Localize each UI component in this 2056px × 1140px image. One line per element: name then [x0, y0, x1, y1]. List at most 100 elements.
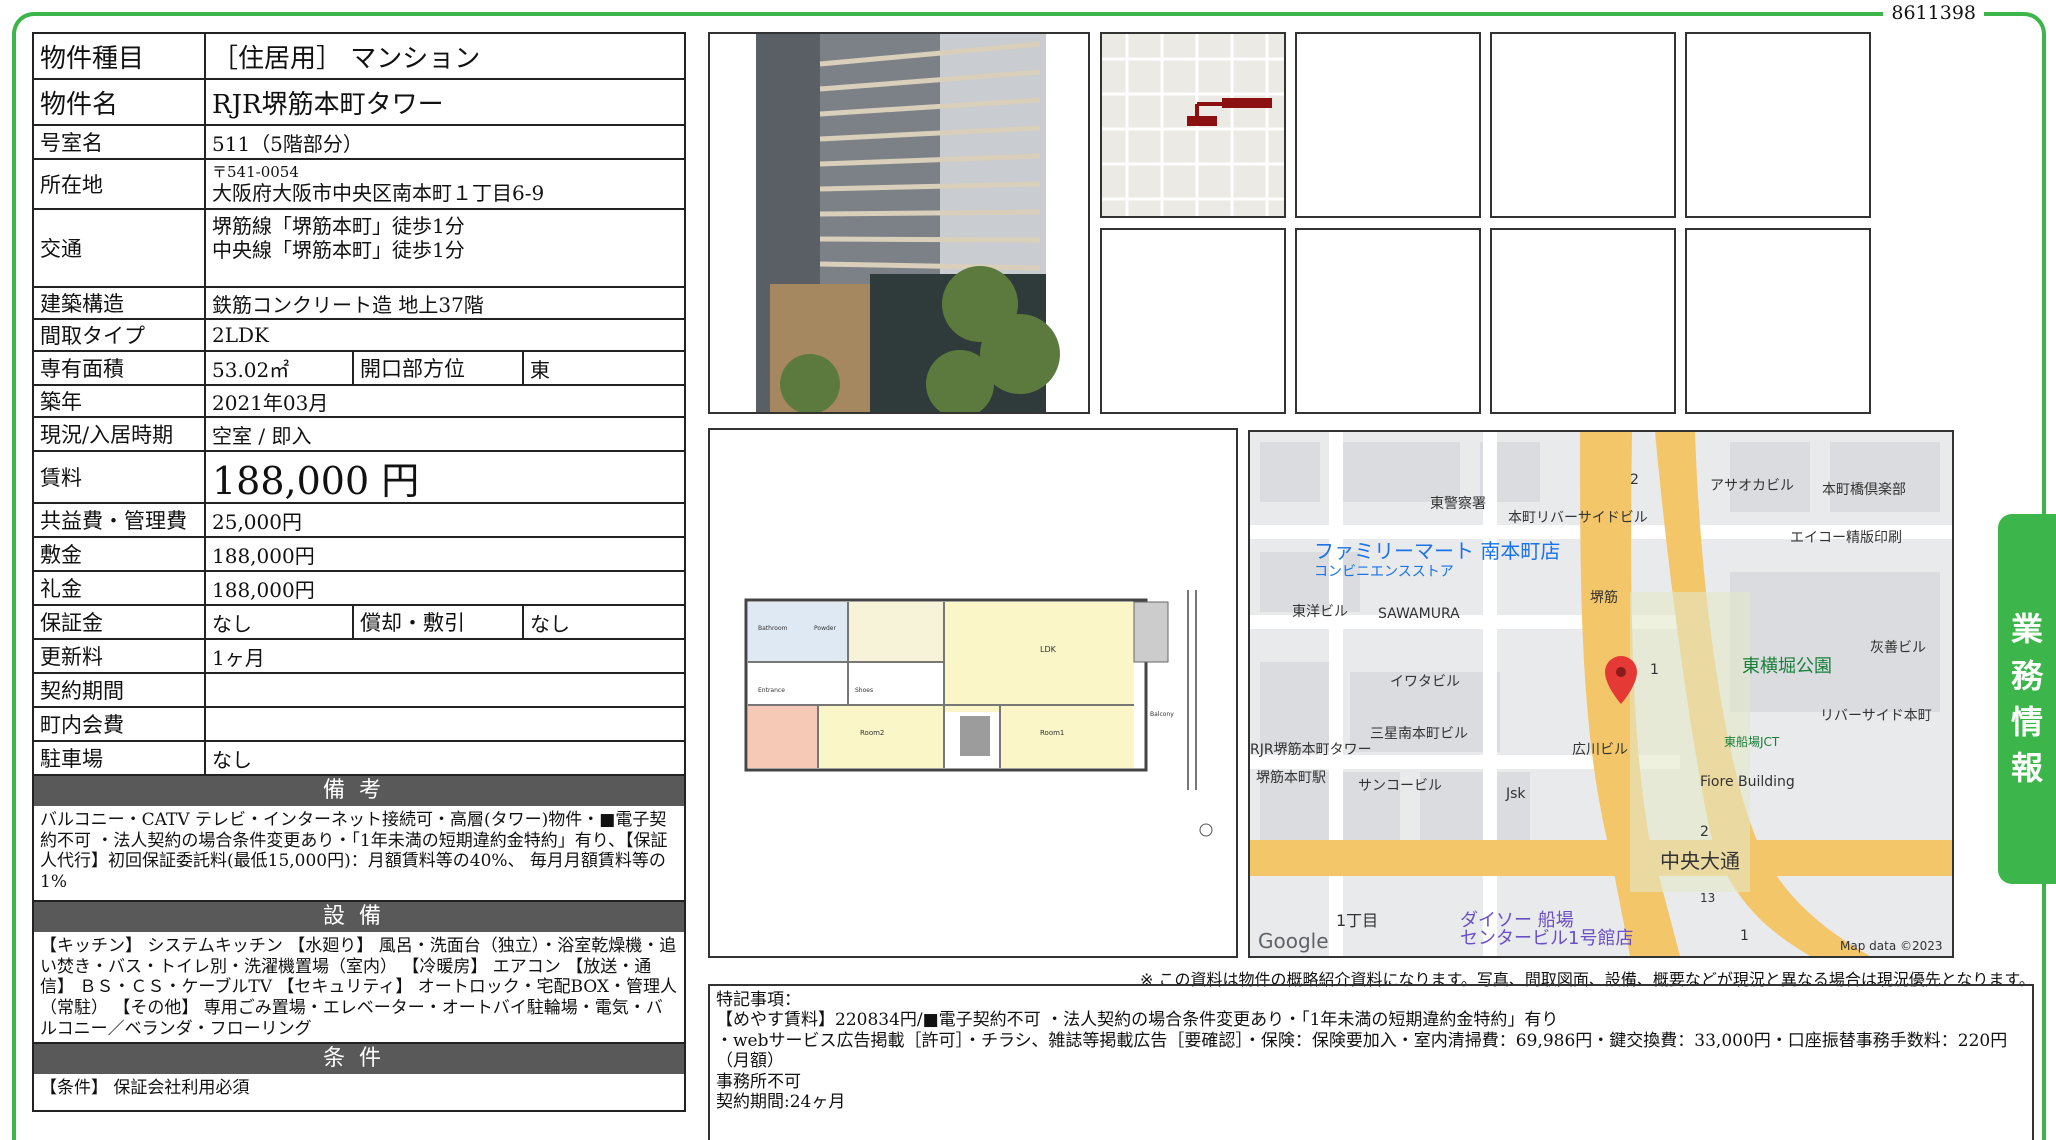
special-line-2: 【めやす賃料】220834円/■電子契約不可 ・法人契約の場合条件変更あり・「1… — [716, 1010, 1559, 1031]
map-label-6: エイコー精版印刷 — [1790, 530, 1902, 546]
fp-label-room1: Room1 — [1040, 729, 1064, 737]
deposit-label: 敷金 — [34, 538, 206, 570]
parking-label: 駐車場 — [34, 742, 206, 774]
fp-label-powder: Powder — [814, 625, 836, 632]
map-label-15: RJR堺筋本町タワー — [1250, 741, 1372, 758]
map-label-18: Jsk — [1505, 786, 1526, 802]
map-label-11: イワタビル — [1390, 674, 1460, 690]
map-label-26: Map data ©2023 — [1840, 939, 1943, 953]
term-label: 契約期間 — [34, 674, 206, 706]
address-label: 所在地 — [34, 160, 206, 208]
guarantee-label: 保証金 — [34, 606, 206, 638]
floorplan-frame: LDK Room2 Room1 Balcony Bathroom Powder … — [708, 428, 1238, 958]
amortization-label: 償却・敷引 — [352, 606, 524, 638]
fee-label: 共益費・管理費 — [34, 504, 206, 536]
row-status: 現況/入居時期 空室 / 即入 — [34, 418, 684, 452]
fp-label-shoes: Shoes — [855, 687, 873, 694]
map-label-0: 東警察署 — [1430, 495, 1486, 512]
access-line-1: 堺筋線「堺筋本町」徒歩1分 — [212, 214, 465, 238]
map-number-0: 2 — [1630, 472, 1639, 488]
access-line-2: 中央線「堺筋本町」徒歩1分 — [212, 238, 465, 262]
room-value: 511（5階部分） — [212, 131, 363, 156]
access-label: 交通 — [34, 210, 206, 286]
map-label-7: 東洋ビル — [1292, 604, 1348, 620]
area-label: 専有面積 — [34, 352, 206, 384]
equipment-section: 設備 【キッチン】 システムキッチン 【水廻り】 風呂・洗面台（独立）・浴室乾燥… — [32, 902, 686, 1044]
layout-label: 間取タイプ — [34, 320, 206, 350]
address-text: 大阪府大阪市中央区南本町１丁目6-9 — [212, 181, 545, 205]
remarks-text: バルコニー・CATV テレビ・インターネット接続可・高層(タワー)物件・■電子契… — [40, 810, 668, 893]
structure-label: 建築構造 — [34, 288, 206, 318]
built-label: 築年 — [34, 386, 206, 416]
row-guarantee: 保証金 なし 償却・敷引 なし — [34, 606, 684, 640]
fp-label-bathroom: Bathroom — [758, 625, 788, 632]
row-parking: 駐車場 なし — [34, 742, 684, 776]
map-label-10: 灰善ビル — [1870, 640, 1926, 656]
remarks-section: 備考 バルコニー・CATV テレビ・インターネット接続可・高層(タワー)物件・■… — [32, 776, 686, 902]
conditions-text: 【条件】 保証会社利用必須 — [40, 1078, 250, 1098]
row-layout: 間取タイプ 2LDK — [34, 320, 684, 352]
map-number-2: 2 — [1700, 824, 1709, 840]
row-address: 所在地 〒541-0054 大阪府大阪市中央区南本町１丁目6-9 — [34, 160, 684, 210]
row-term: 契約期間 — [34, 674, 684, 708]
status-label: 現況/入居時期 — [34, 418, 206, 450]
deposit-value: 188,000円 — [212, 543, 315, 568]
address-value: 〒541-0054 大阪府大阪市中央区南本町１丁目6-9 — [206, 160, 684, 208]
thumbnail-map-image — [1102, 34, 1284, 216]
name-value: RJR堺筋本町タワー — [212, 89, 444, 120]
map-label-12: リバーサイド本町 — [1820, 708, 1932, 724]
map-number-4: 13 — [1700, 891, 1715, 905]
area-value: 53.02㎡ — [212, 357, 290, 382]
business-info-tab[interactable]: 業 務 情 報 — [1998, 514, 2056, 884]
direction-label: 開口部方位 — [352, 352, 524, 384]
map-label-17: サンコービル — [1358, 778, 1442, 794]
photo-slot-2 — [1295, 32, 1481, 218]
term-value — [206, 674, 684, 706]
conditions-section: 条件 【条件】 保証会社利用必須 — [32, 1044, 686, 1112]
building-photo-frame — [708, 32, 1090, 418]
rent-value: 188,000 円 — [212, 458, 420, 503]
renewal-value: 1ヶ月 — [212, 645, 265, 670]
row-key-money: 礼金 188,000円 — [34, 572, 684, 606]
row-access: 交通 堺筋線「堺筋本町」徒歩1分 中央線「堺筋本町」徒歩1分 — [34, 210, 684, 288]
row-association: 町内会費 — [34, 708, 684, 742]
remarks-heading: 備考 — [34, 776, 684, 806]
room-label: 号室名 — [34, 126, 206, 158]
fp-label-ldk: LDK — [1040, 645, 1057, 654]
row-deposit: 敷金 188,000円 — [34, 538, 684, 572]
map-label-13: 三星南本町ビル — [1370, 726, 1468, 742]
row-built: 築年 2021年03月 — [34, 386, 684, 418]
photo-slot-7 — [1490, 228, 1676, 414]
tab-char-1: 業 — [2010, 610, 2043, 649]
conditions-heading: 条件 — [34, 1044, 684, 1074]
document-number: 8611398 — [1883, 2, 1984, 24]
access-value: 堺筋線「堺筋本町」徒歩1分 中央線「堺筋本町」徒歩1分 — [206, 210, 684, 286]
fee-value: 25,000円 — [212, 509, 302, 534]
location-map[interactable]: 東警察署 本町リバーサイドビル アサオカビル 本町橋倶楽部 ファミリーマート 南… — [1248, 430, 1954, 958]
key-money-label: 礼金 — [34, 572, 206, 604]
map-number-1: 1 — [1650, 662, 1659, 678]
map-label-1: 本町リバーサイドビル — [1508, 510, 1648, 526]
special-line-4: 事務所不可 — [716, 1071, 801, 1092]
row-name: 物件名 RJR堺筋本町タワー — [34, 80, 684, 126]
property-table: 物件種目 ［住居用］ マンション 物件名 RJR堺筋本町タワー 号室名 511（… — [32, 32, 686, 776]
map-label-9: 東横堀公園 — [1742, 656, 1832, 677]
key-money-value: 188,000円 — [212, 577, 315, 602]
fp-label-room2: Room2 — [860, 729, 884, 737]
layout-value: 2LDK — [212, 323, 269, 347]
special-line-3: ・webサービス広告掲載［許可］・チラシ、雑誌等掲載広告［要確認］・保険：保険要… — [716, 1030, 2008, 1072]
type-value: ［住居用］ マンション — [212, 43, 481, 74]
tab-char-2: 務 — [2010, 656, 2043, 695]
row-renewal: 更新料 1ヶ月 — [34, 640, 684, 674]
renewal-label: 更新料 — [34, 640, 206, 672]
photo-slot-3 — [1490, 32, 1676, 218]
postal-code: 〒541-0054 — [212, 163, 299, 181]
photo-slot-5 — [1100, 228, 1286, 414]
built-value: 2021年03月 — [212, 390, 329, 415]
map-label-27: 堺筋 — [1590, 589, 1618, 606]
direction-value: 東 — [530, 357, 550, 382]
name-label: 物件名 — [34, 80, 206, 124]
association-value — [206, 708, 684, 740]
map-label-8: SAWAMURA — [1378, 606, 1460, 622]
row-type: 物件種目 ［住居用］ マンション — [34, 34, 684, 80]
